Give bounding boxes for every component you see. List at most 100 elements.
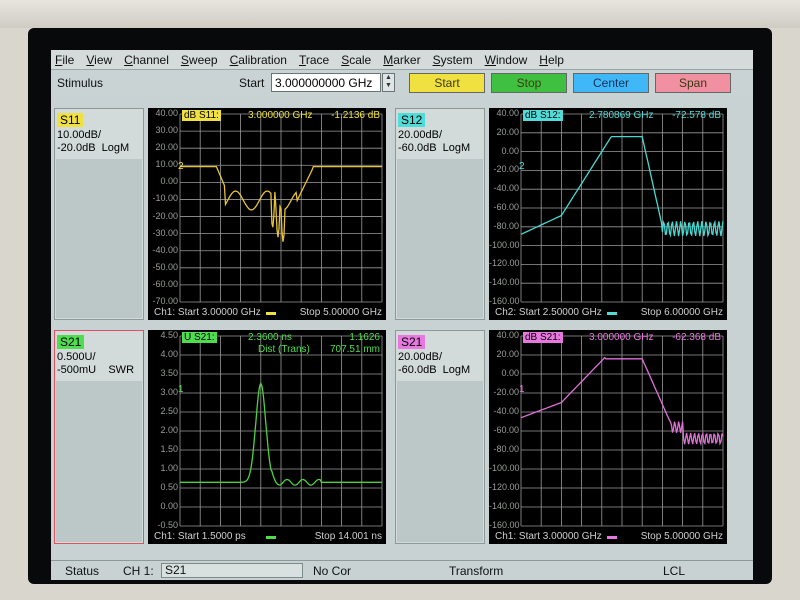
y-tick-label: -80.00 [493, 444, 519, 454]
y-tick-label: -40.00 [152, 244, 178, 255]
marker-stimulus: 2.3600 ns [248, 332, 292, 343]
menu-bar: File View Channel Sweep Calibration Trac… [51, 50, 753, 70]
y-tick-label: -10.00 [152, 193, 178, 204]
channel-side-panel[interactable]: S12 20.00dB/ -60.0dB LogM [395, 108, 485, 320]
status-transform: Transform [449, 564, 504, 578]
y-tick-label: 0.00 [501, 145, 519, 156]
sweep-stop-label: Stop 6.00000 GHz [640, 307, 723, 318]
monitor-bezel [0, 0, 800, 28]
status-parameter[interactable]: S21 [161, 563, 303, 578]
trace-plot[interactable]: 40.00 20.00 0.00 -20.00 -40.00 -60.00 -80.00 -1… [489, 330, 727, 544]
center-button[interactable]: Center [573, 73, 649, 93]
marker-response: -62.368 dB [672, 332, 721, 343]
stimulus-label: Stimulus [57, 76, 104, 90]
vna-display: File View Channel Sweep Calibration Trac… [51, 50, 753, 580]
stop-button[interactable]: Stop [491, 73, 567, 93]
trace-scale-info: 10.00dB/ -20.0dB LogM [57, 129, 130, 154]
menu-channel[interactable]: Channel [124, 53, 169, 67]
trace-scale-info: 20.00dB/ -60.0dB LogM [398, 351, 471, 376]
start-frequency-input[interactable]: 3.000000000 GHz [271, 73, 381, 92]
start-label: Start [239, 76, 265, 90]
span-button[interactable]: Span [655, 73, 731, 93]
trace-color-indicator: ▬ [607, 307, 617, 318]
menu-view[interactable]: View [86, 53, 112, 67]
y-tick-label: 20.00 [496, 126, 519, 137]
marker-stimulus: 3.000000 GHz [248, 110, 313, 121]
y-tick-label: 0.50 [160, 482, 178, 492]
y-tick-label: -60.00 [493, 202, 519, 212]
y-tick-label: 1.00 [160, 463, 178, 473]
sweep-start-label: Ch1: Start 3.00000 GHz [495, 531, 602, 542]
trace-plot[interactable]: 40.00 20.00 0.00 -20.00 -40.00 -60.00 -80.00 -1… [489, 108, 727, 320]
menu-help[interactable]: Help [539, 53, 564, 67]
marker-stimulus: 2.780869 GHz [589, 110, 654, 121]
trace-parameter-label[interactable]: S12 [398, 113, 426, 127]
marker-response: 1.1626 [349, 332, 380, 343]
trace-graph [520, 335, 724, 527]
y-tick-label: -140.00 [489, 277, 520, 288]
menu-window[interactable]: Window [485, 53, 528, 67]
channel-side-panel[interactable]: S21 0.500U/ -500mU SWR [54, 330, 144, 544]
distance-value: 707.51 mm [329, 344, 380, 355]
stimulus-toolbar: Stimulus Start 3.000000000 GHz ▲ ▼ Start … [51, 70, 753, 96]
trace-graph [520, 113, 724, 303]
active-trace-badge: U S21: [182, 332, 217, 343]
status-bar: Status CH 1: S21 No Cor Transform LCL [51, 560, 753, 580]
side-panel-area [56, 159, 142, 318]
y-tick-label: -20.00 [152, 210, 178, 221]
y-tick-label: -0.50 [157, 520, 178, 530]
sweep-start-label: Ch2: Start 2.50000 GHz [495, 307, 602, 318]
menu-system[interactable]: System [433, 53, 473, 67]
side-panel-area [397, 159, 483, 318]
menu-sweep[interactable]: Sweep [181, 53, 218, 67]
active-trace-badge: dB S12: [523, 110, 563, 121]
y-tick-label: -160.00 [489, 296, 520, 306]
side-panel-area [56, 381, 142, 542]
distance-label: Dist (Trans) [258, 344, 310, 355]
frequency-spinner[interactable]: ▲ ▼ [382, 73, 395, 92]
y-tick-label: 20.00 [496, 349, 519, 359]
y-tick-label: -100.00 [489, 463, 520, 473]
trace-graph [179, 335, 383, 527]
trace-plot[interactable]: 40.00 30.00 20.00 10.00 0.00 -10.00 -20.00 -30.… [148, 108, 386, 320]
menu-scale[interactable]: Scale [341, 53, 371, 67]
menu-file[interactable]: File [55, 53, 74, 67]
channel-side-panel[interactable]: S21 20.00dB/ -60.0dB LogM [395, 330, 485, 544]
y-tick-label: 20.00 [155, 142, 178, 153]
sweep-stop-label: Stop 5.00000 GHz [640, 531, 723, 542]
trace-parameter-label[interactable]: S21 [57, 335, 85, 349]
y-tick-label: 4.50 [160, 330, 178, 340]
status-label: Status [65, 564, 100, 578]
side-panel-area [397, 381, 483, 542]
trace-color-indicator: ▬ [266, 531, 276, 542]
marker-number: 2 [178, 161, 184, 172]
trace-scale-info: 0.500U/ -500mU SWR [57, 351, 135, 376]
y-tick-label: 0.00 [160, 176, 178, 187]
y-tick-label: -30.00 [152, 227, 178, 238]
y-tick-label: -120.00 [489, 482, 520, 492]
y-tick-label: 3.50 [160, 368, 178, 378]
y-tick-label: -60.00 [152, 278, 178, 289]
status-correction: No Cor [313, 564, 352, 578]
y-tick-label: 0.00 [501, 368, 519, 378]
y-tick-label: 1.50 [160, 444, 178, 454]
trace-parameter-label[interactable]: S11 [57, 113, 84, 127]
y-tick-label: 2.00 [160, 425, 178, 435]
trace-parameter-label[interactable]: S21 [398, 335, 426, 349]
marker-number: 1 [178, 383, 184, 395]
menu-marker[interactable]: Marker [383, 53, 420, 67]
y-tick-label: -70.00 [152, 296, 178, 306]
menu-calibration[interactable]: Calibration [230, 53, 287, 67]
marker-number: 1 [519, 383, 525, 395]
trace-plot[interactable]: 4.50 4.00 3.50 3.00 2.50 2.00 1.50 1.00 0.50 0.00… [148, 330, 386, 544]
menu-trace[interactable]: Trace [299, 53, 329, 67]
y-tick-label: -20.00 [493, 164, 519, 175]
y-tick-label: -120.00 [489, 258, 520, 269]
analyzer-screen: File View Channel Sweep Calibration Trac… [28, 28, 772, 584]
channel-side-panel[interactable]: S11 10.00dB/ -20.0dB LogM [54, 108, 144, 320]
status-channel: CH 1: [123, 564, 154, 578]
y-tick-label: -140.00 [489, 501, 520, 511]
y-tick-label: 40.00 [155, 108, 178, 118]
active-trace-badge: dB S11: [182, 110, 221, 121]
start-button[interactable]: Start [409, 73, 485, 93]
